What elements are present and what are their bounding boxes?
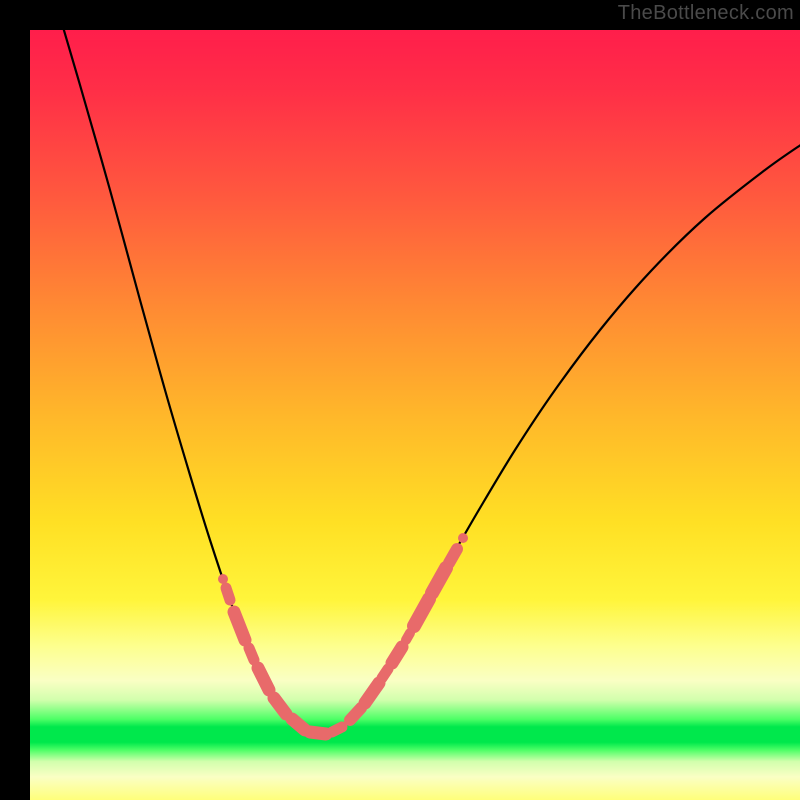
chart-frame: TheBottleneck.com	[0, 0, 800, 800]
marker-dot	[218, 574, 228, 584]
watermark-text: TheBottleneck.com	[618, 2, 794, 25]
marker-segment	[414, 599, 429, 626]
bottleneck-curve	[58, 30, 800, 734]
marker-segment	[274, 698, 286, 714]
small-dots-group	[218, 533, 468, 584]
marker-segment	[432, 568, 446, 593]
marker-segment	[292, 719, 305, 730]
marker-segment	[332, 727, 342, 732]
plot-svg	[30, 30, 800, 800]
marker-dot	[458, 533, 468, 543]
marker-segment	[449, 549, 457, 563]
marker-segment	[382, 669, 388, 678]
marker-segment	[258, 668, 269, 690]
marker-segment	[350, 708, 361, 720]
left-markers-group	[226, 588, 342, 734]
marker-segment	[226, 588, 230, 600]
plot-area	[30, 30, 800, 800]
marker-segment	[365, 683, 379, 703]
marker-segment	[392, 647, 402, 663]
marker-segment	[310, 732, 326, 734]
marker-segment	[406, 633, 410, 640]
right-markers-group	[350, 549, 457, 720]
marker-segment	[249, 648, 254, 660]
marker-segment	[234, 612, 245, 640]
